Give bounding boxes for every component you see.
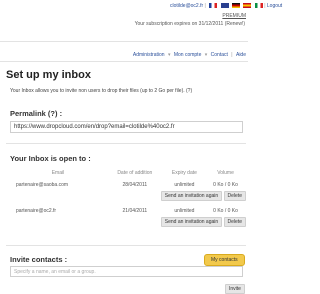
section-divider <box>6 143 246 144</box>
nav-item-contact[interactable]: Contact <box>211 52 228 58</box>
row-expiry: unlimited <box>174 182 195 188</box>
table-header-row: Email Date of addition Expiry date Volum… <box>10 168 246 178</box>
row-volume: 0 Ko / 0 Ko <box>213 208 238 214</box>
row-email: partenaire@saoba.com <box>16 182 69 188</box>
row-date: 28/04/2011 <box>122 182 148 188</box>
invitations-table: Email Date of addition Expiry date Volum… <box>10 168 246 230</box>
spanish-flag-icon[interactable] <box>243 3 252 9</box>
logout-link[interactable]: Logout <box>267 3 282 9</box>
send-invitation-again-button[interactable]: Send an invitation again <box>160 217 223 227</box>
user-bar: clotilde@oc2.fr | | Logout <box>170 3 283 9</box>
inbox-intro: Your Inbox allows you to invite non user… <box>10 88 193 94</box>
english-flag-icon[interactable] <box>220 3 229 9</box>
table-row: partenaire@saoba.com 28/04/2011 unlimite… <box>10 178 246 190</box>
german-flag-icon[interactable] <box>232 3 241 9</box>
table-row: partenaire@oc2.fr 21/04/2011 unlimited 0… <box>10 204 246 216</box>
invite-contacts-input[interactable]: Specify a name, an email or a group. <box>10 266 243 277</box>
row-expiry: unlimited <box>174 208 195 214</box>
row-date: 21/04/2011 <box>122 208 148 214</box>
invite-contacts-label: Invite contacts : <box>10 255 68 264</box>
nav-item-help[interactable]: Aide <box>236 52 246 58</box>
nav-item-account[interactable]: Mon compte <box>174 52 202 58</box>
row-volume: 0 Ko / 0 Ko <box>213 182 238 188</box>
permalink-field[interactable]: https://www.dropcloud.com/en/drop?email=… <box>10 121 243 133</box>
dropdown-chevron-icon: ▾ <box>204 52 208 58</box>
column-header-volume: Volume <box>217 170 234 176</box>
column-header-date: Date of addition <box>117 170 153 176</box>
subscription-status[interactable]: Your subscription expires on 31/12/2011 … <box>135 21 245 27</box>
nav-item-administration[interactable]: Administration <box>133 52 165 58</box>
italian-flag-icon[interactable] <box>254 3 263 9</box>
my-contacts-button[interactable]: My contacts <box>204 254 245 266</box>
delete-button[interactable]: Delete <box>223 191 246 201</box>
french-flag-icon[interactable] <box>209 3 218 9</box>
page-title: Set up my inbox <box>6 69 91 81</box>
column-header-email: Email <box>51 170 65 176</box>
main-nav: Administration ▾ Mon compte ▾ Contact | … <box>132 52 246 58</box>
delete-button[interactable]: Delete <box>223 217 246 227</box>
user-email[interactable]: clotilde@oc2.fr <box>170 3 203 9</box>
nav-divider <box>0 61 248 62</box>
inbox-open-label: Your Inbox is open to : <box>10 154 91 163</box>
premium-link[interactable]: PREMIUM <box>222 13 246 19</box>
row-email: partenaire@oc2.fr <box>16 208 57 214</box>
header-divider <box>0 41 248 42</box>
permalink-label: Permalink (?) : <box>10 109 63 118</box>
send-invitation-again-button[interactable]: Send an invitation again <box>160 191 223 201</box>
column-header-expiry: Expiry date <box>171 170 197 176</box>
dropdown-chevron-icon: ▾ <box>167 52 171 58</box>
section-divider <box>6 245 246 246</box>
table-row-actions: Send an invitation again Delete <box>10 216 246 230</box>
table-row-actions: Send an invitation again Delete <box>10 190 246 204</box>
